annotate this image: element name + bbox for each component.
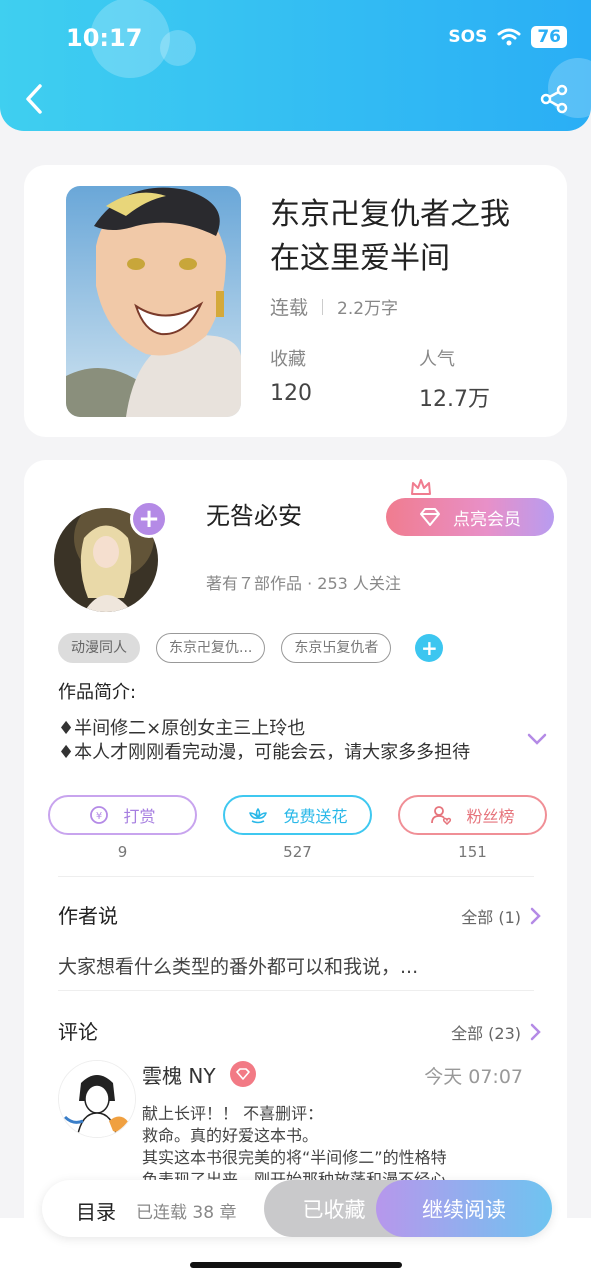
more-label: 全部 (1) xyxy=(461,908,521,927)
crown-icon xyxy=(411,479,431,495)
commenter-avatar[interactable] xyxy=(58,1060,136,1138)
chevron-left-icon[interactable] xyxy=(20,82,50,116)
tag-item[interactable]: 东京卍复仇... xyxy=(156,633,266,663)
author-says-more-link[interactable]: 全部 (1) xyxy=(461,904,541,928)
book-title: 东京卍复仇者之我 在这里爱半间 xyxy=(270,193,540,281)
author-name[interactable]: 无咎必安 xyxy=(206,496,302,531)
status-time: 10:17 xyxy=(66,24,143,52)
book-info-card: 东京卍复仇者之我 在这里爱半间 连载 2.2万字 收藏 120 人气 12.7万 xyxy=(24,165,567,437)
comment-line: 其实这本书很完美的将“半间修二”的性格特 xyxy=(142,1148,447,1167)
fans-action: 粉丝榜 151 xyxy=(398,795,547,861)
intro-title: 作品简介: xyxy=(58,682,137,703)
book-status: 连载 xyxy=(270,297,309,319)
book-title-line: 在这里爱半间 xyxy=(270,241,450,276)
chevron-right-icon xyxy=(530,1023,541,1041)
fans-count: 151 xyxy=(458,843,487,861)
flower-action: 免费送花 527 xyxy=(223,795,372,861)
action-row: ¥ 打赏 9 免费送花 527 粉丝榜 151 xyxy=(48,795,547,861)
book-meta: 连载 2.2万字 xyxy=(270,293,398,320)
header-bar: 10:17 SOS 76 xyxy=(0,0,591,131)
book-cover-image[interactable] xyxy=(66,186,241,417)
home-indicator xyxy=(190,1262,402,1268)
author-info: 著有７部作品 · 253 人关注 xyxy=(206,574,401,593)
comment-time: 今天 07:07 xyxy=(424,1066,523,1088)
tag-list: 动漫同人 东京卍复仇... 东京卐复仇者 + xyxy=(58,633,444,663)
stat-value: 120 xyxy=(270,381,312,406)
stat-label: 人气 xyxy=(419,349,455,370)
comment-line: 献上长评！！ 不喜删评： xyxy=(142,1104,324,1123)
share-icon[interactable] xyxy=(539,84,569,114)
comments-more-link[interactable]: 全部 (23) xyxy=(451,1020,541,1044)
intro-line: ♦半间修二×原创女主三上玲也 xyxy=(58,718,306,739)
flower-icon xyxy=(249,808,268,824)
coin-icon: ¥ xyxy=(90,806,109,824)
add-tag-button[interactable]: + xyxy=(415,634,444,662)
stat-popularity: 人气 12.7万 xyxy=(419,345,490,413)
bottom-action-bar: 目录 已连载 38 章 已收藏 继续阅读 xyxy=(42,1180,552,1237)
flower-count: 527 xyxy=(283,843,312,861)
table-of-contents-button[interactable]: 目录 xyxy=(76,1196,116,1225)
tip-action: ¥ 打赏 9 xyxy=(48,795,197,861)
status-icons: SOS 76 xyxy=(448,26,567,48)
divider xyxy=(322,298,324,315)
intro-line: ♦本人才刚刚看完动漫，可能会云，请大家多多担待 xyxy=(58,742,471,763)
stat-label: 收藏 xyxy=(270,349,306,370)
divider xyxy=(58,876,534,877)
stat-favorites: 收藏 120 xyxy=(270,345,312,406)
book-title-line: 东京卍复仇者之我 xyxy=(270,197,510,232)
wifi-icon xyxy=(497,28,521,46)
fans-label: 粉丝榜 xyxy=(466,807,515,826)
decor-bubble xyxy=(160,30,196,66)
comment-line: 救命。真的好爱这本书。 xyxy=(142,1126,319,1145)
vip-label: 点亮会员 xyxy=(453,509,521,530)
tag-item[interactable]: 动漫同人 xyxy=(58,633,140,663)
battery-indicator: 76 xyxy=(531,26,567,48)
diamond-icon xyxy=(236,1068,250,1080)
svg-text:¥: ¥ xyxy=(96,811,102,822)
tip-count: 9 xyxy=(117,843,128,861)
fans-ranking-button[interactable]: 粉丝榜 xyxy=(398,795,547,835)
author-says-text[interactable]: 大家想看什么类型的番外都可以和我说，... xyxy=(58,952,418,979)
vip-badge xyxy=(230,1061,256,1087)
tip-button[interactable]: ¥ 打赏 xyxy=(48,795,197,835)
tip-label: 打赏 xyxy=(123,807,156,826)
chevron-right-icon xyxy=(530,907,541,925)
send-flower-button[interactable]: 免费送花 xyxy=(223,795,372,835)
diamond-icon xyxy=(420,508,440,526)
author-detail-card: + 无咎必安 著有７部作品 · 253 人关注 点亮会员 动漫同人 东京卍复仇.… xyxy=(24,460,567,1280)
continue-reading-button[interactable]: 继续阅读 xyxy=(376,1180,552,1237)
tag-item[interactable]: 东京卐复仇者 xyxy=(281,633,392,663)
divider xyxy=(58,990,534,991)
commenter-name[interactable]: 雲槐 NY xyxy=(142,1060,216,1089)
vip-membership-button[interactable]: 点亮会员 xyxy=(386,498,554,536)
chapter-count: 已连载 38 章 xyxy=(136,1203,237,1223)
chevron-down-icon[interactable] xyxy=(527,732,547,746)
flower-label: 免费送花 xyxy=(283,807,348,826)
book-word-count: 2.2万字 xyxy=(337,299,399,319)
author-says-title: 作者说 xyxy=(58,904,118,928)
comments-title: 评论 xyxy=(58,1020,98,1044)
follow-author-button[interactable]: + xyxy=(130,500,168,538)
more-label: 全部 (23) xyxy=(451,1024,521,1043)
sos-label: SOS xyxy=(448,27,488,47)
fans-icon xyxy=(431,806,452,825)
stat-value: 12.7万 xyxy=(419,387,490,412)
